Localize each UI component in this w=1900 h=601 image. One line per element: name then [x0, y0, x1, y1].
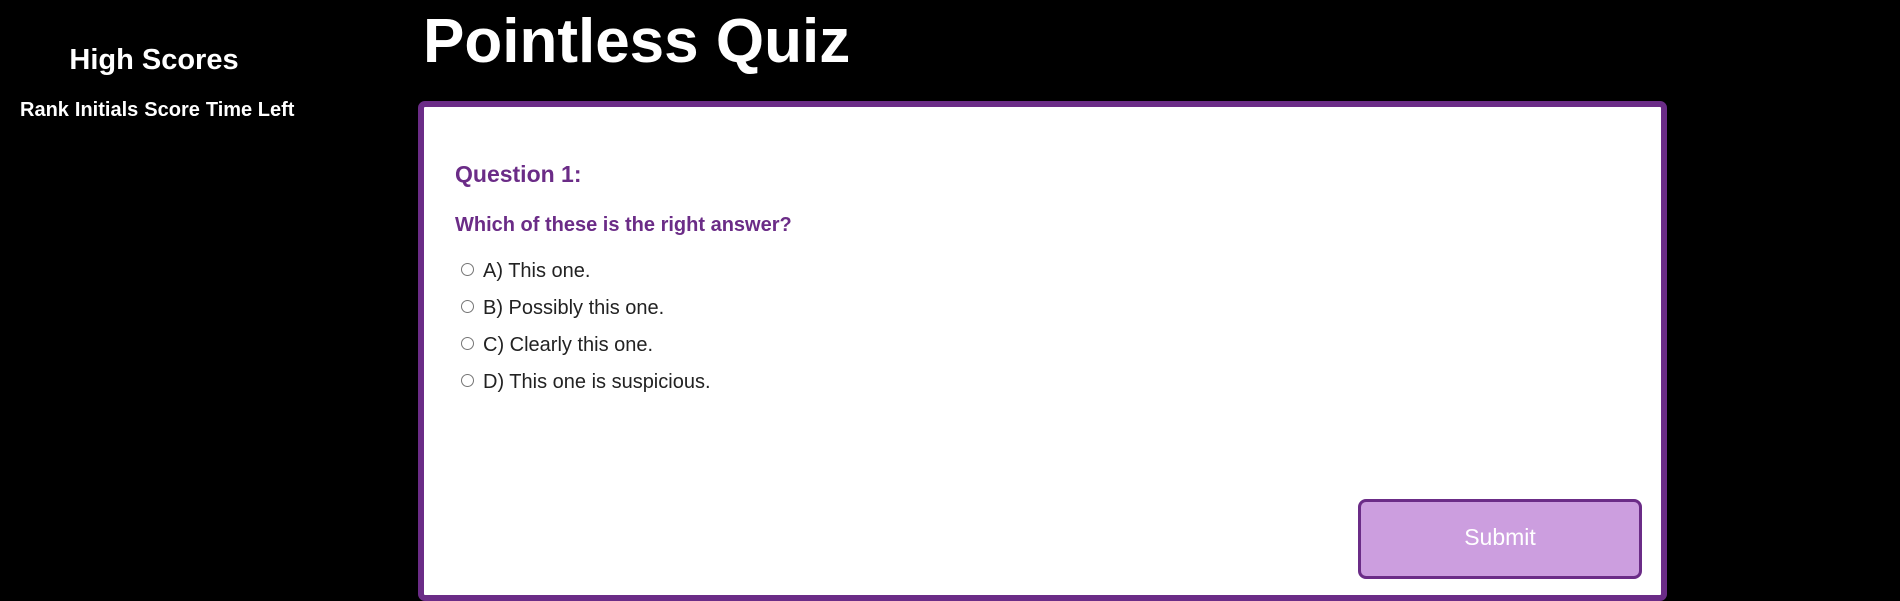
radio-button-a[interactable] — [461, 263, 474, 276]
question-number: Question 1: — [455, 161, 582, 187]
answer-option-d[interactable]: D) This one is suspicious. — [461, 369, 711, 406]
quiz-card: Question 1: Which of these is the right … — [418, 101, 1667, 601]
answer-option-c[interactable]: C) Clearly this one. — [461, 332, 711, 369]
submit-button[interactable]: Submit — [1358, 499, 1642, 579]
answer-label-a[interactable]: A) This one. — [483, 258, 590, 284]
answer-option-a[interactable]: A) This one. — [461, 258, 711, 295]
answer-label-d[interactable]: D) This one is suspicious. — [483, 369, 711, 395]
answer-label-c[interactable]: C) Clearly this one. — [483, 332, 653, 358]
column-header-initials: Initials — [74, 99, 139, 121]
radio-button-d[interactable] — [461, 374, 474, 387]
answer-list: A) This one. B) Possibly this one. C) Cl… — [461, 258, 711, 406]
column-header-time-left: Time Left — [205, 99, 295, 121]
radio-button-c[interactable] — [461, 337, 474, 350]
high-scores-header-row: Rank Initials Score Time Left — [20, 96, 294, 124]
column-header-rank: Rank — [20, 99, 69, 121]
answer-option-b[interactable]: B) Possibly this one. — [461, 295, 711, 332]
high-scores-panel: High Scores Rank Initials Score Time Lef… — [0, 0, 308, 572]
radio-button-b[interactable] — [461, 300, 474, 313]
high-scores-table: Rank Initials Score Time Left — [14, 96, 300, 124]
question-text: Which of these is the right answer? — [455, 214, 792, 236]
column-header-score: Score — [144, 99, 200, 121]
answer-label-b[interactable]: B) Possibly this one. — [483, 295, 664, 321]
high-scores-title: High Scores — [69, 44, 239, 76]
page-title: Pointless Quiz — [423, 7, 851, 76]
